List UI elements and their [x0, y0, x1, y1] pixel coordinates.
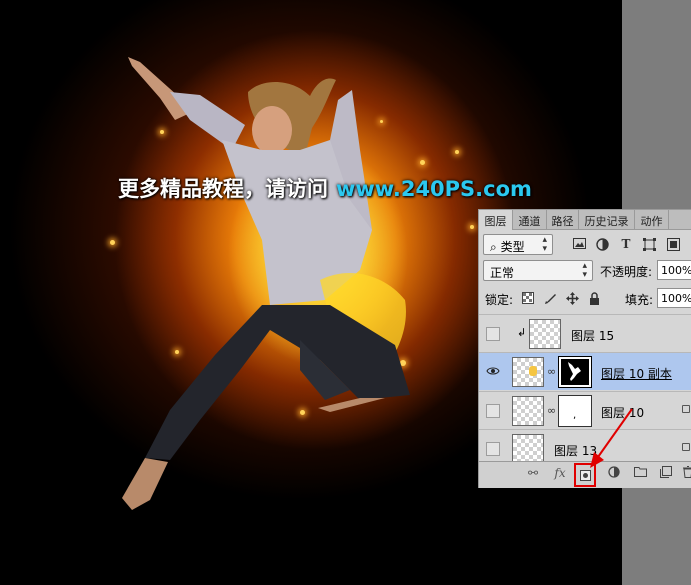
layer-thumbnail — [529, 319, 561, 349]
filter-kind-dropdown[interactable]: ⌕ 类型 ▴ ▾ — [483, 234, 553, 255]
visibility-toggle[interactable] — [486, 404, 500, 418]
opacity-label: 不透明度: — [600, 265, 653, 279]
updown-arrow-icon: ▴ ▾ — [582, 261, 587, 280]
link-chain-icon[interactable]: ∞ — [547, 365, 556, 378]
layer-name[interactable]: 图层 15 — [571, 327, 614, 344]
layer-mask-thumbnail[interactable] — [558, 356, 592, 388]
tab-channels[interactable]: 通道 — [513, 210, 547, 230]
fill-input[interactable]: 100% — [657, 288, 691, 308]
panel-tabs: 图层 通道 路径 历史记录 动作 — [479, 210, 691, 230]
new-layer-icon[interactable] — [657, 466, 675, 481]
lock-transparent-pixels-icon[interactable] — [521, 292, 535, 306]
mask-mark: , — [573, 410, 577, 421]
watermark-text: 更多精品教程，请访问 www.240PS.com — [118, 173, 532, 203]
filter-row: ⌕ 类型 ▴ ▾ T — [479, 234, 691, 256]
left-foot — [122, 458, 168, 510]
watermark-url: www.240PS.com — [336, 177, 532, 201]
watermark-cn: 更多精品教程，请访问 — [118, 177, 328, 201]
layer-thumbnail — [512, 434, 544, 461]
eye-icon[interactable] — [486, 365, 500, 379]
link-layers-icon[interactable]: ⚯ — [524, 466, 542, 480]
mask-figure — [568, 362, 581, 381]
raised-arm — [128, 57, 190, 120]
visibility-toggle[interactable] — [486, 442, 500, 456]
fx-button[interactable]: fx — [551, 466, 569, 480]
lock-icon — [682, 443, 690, 451]
lock-all-icon[interactable] — [587, 292, 601, 306]
smart-object-filter-icon[interactable] — [666, 238, 680, 252]
lock-row: 锁定: 填充: 100% — [479, 288, 691, 310]
tab-history[interactable]: 历史记录 — [579, 210, 635, 230]
layer-thumbnail — [512, 357, 544, 387]
shape-filter-icon[interactable] — [642, 238, 656, 252]
sleeve — [170, 92, 245, 150]
search-icon: ⌕ — [490, 240, 497, 254]
blend-row: 正常 ▴ ▾ 不透明度: 100% — [479, 260, 691, 282]
tab-overflow[interactable] — [669, 210, 691, 230]
lock-image-pixels-icon[interactable] — [543, 292, 557, 306]
blend-mode-dropdown[interactable]: 正常 ▴ ▾ — [483, 260, 593, 281]
blend-mode-value: 正常 — [490, 266, 515, 280]
delete-layer-icon[interactable] — [679, 466, 691, 481]
fill-label: 填充: — [625, 293, 654, 307]
image-filter-icon[interactable] — [572, 238, 586, 252]
layer-row[interactable]: ↲ 图层 15 — [479, 314, 691, 352]
filter-kind-label: 类型 — [500, 240, 525, 254]
clipping-arrow-icon: ↲ — [517, 326, 527, 339]
type-filter-icon[interactable]: T — [619, 237, 633, 251]
link-chain-icon[interactable]: ∞ — [547, 404, 556, 417]
updown-arrow-icon: ▴ ▾ — [542, 235, 547, 254]
face — [252, 106, 292, 154]
thumbnail-content — [529, 366, 537, 376]
opacity-input[interactable]: 100% — [657, 260, 691, 280]
tab-paths[interactable]: 路径 — [547, 210, 579, 230]
visibility-toggle[interactable] — [486, 327, 500, 341]
lock-icon — [682, 405, 690, 413]
layer-thumbnail — [512, 396, 544, 426]
right-foot — [318, 398, 385, 412]
lock-position-icon[interactable] — [565, 292, 579, 306]
annotation-arrow — [590, 408, 633, 468]
tab-actions[interactable]: 动作 — [635, 210, 669, 230]
layer-name[interactable]: 图层 10 副本 — [601, 365, 672, 382]
adjustment-filter-icon[interactable] — [595, 238, 609, 252]
tab-layers[interactable]: 图层 — [479, 210, 513, 230]
layer-row-selected[interactable]: ∞ 图层 10 副本 — [479, 352, 691, 390]
lock-label: 锁定: — [485, 293, 514, 307]
